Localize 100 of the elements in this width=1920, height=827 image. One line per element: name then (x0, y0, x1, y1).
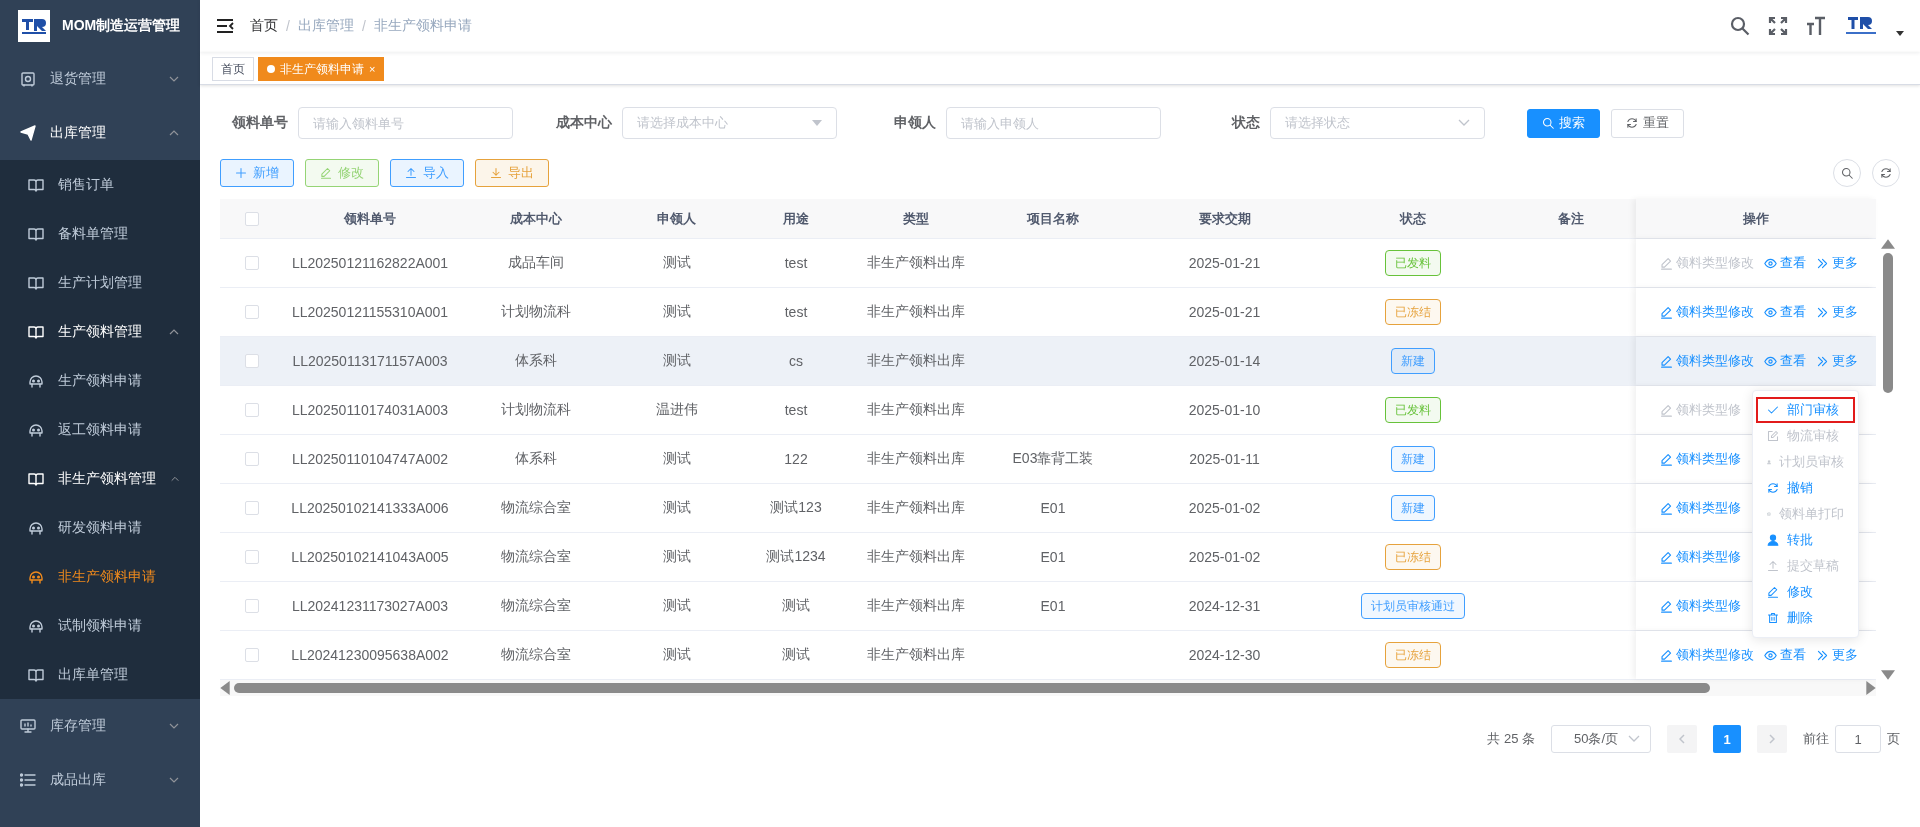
import-button[interactable]: 导入 (390, 159, 464, 187)
double-chevron-icon (1816, 305, 1829, 319)
sidebar-item[interactable]: 生产领料申请 (0, 356, 200, 405)
checkbox[interactable] (245, 599, 259, 613)
menu-item[interactable]: 修改 (1756, 579, 1855, 605)
checkbox[interactable] (245, 550, 259, 564)
checkbox[interactable] (245, 501, 259, 515)
menu-item[interactable]: 删除 (1756, 605, 1855, 631)
sidebar-item[interactable]: 生产计划管理 (0, 258, 200, 307)
select-field[interactable]: 请选择状态 (1270, 107, 1485, 139)
font-size-icon[interactable] (1806, 16, 1826, 36)
paper-plane-icon (20, 125, 36, 141)
sidebar-item[interactable]: 返工领料申请 (0, 405, 200, 454)
search-icon[interactable] (1730, 16, 1750, 36)
caret-icon (812, 120, 822, 126)
table-cell-text: 2024-12-31 (1187, 597, 1262, 616)
chevron-down-icon (1628, 735, 1640, 743)
view-link[interactable]: 查看 (1764, 303, 1806, 321)
status-tag: 已发料 (1384, 397, 1441, 423)
more-link[interactable]: 更多 (1816, 646, 1858, 664)
scroll-down-icon[interactable] (1881, 670, 1895, 680)
view-link[interactable]: 查看 (1764, 352, 1806, 370)
sidebar-item[interactable]: 试制领料申请 (0, 601, 200, 650)
pen-icon (1660, 354, 1673, 368)
pen-icon (1660, 403, 1673, 417)
scroll-left-icon[interactable] (220, 681, 230, 695)
sidebar-item[interactable]: 库存管理 (0, 699, 200, 753)
horizontal-scrollbar[interactable] (220, 680, 1876, 696)
table-cell-text: 测试 (661, 253, 692, 272)
caret-icon[interactable] (1896, 31, 1904, 37)
checkbox[interactable] (245, 354, 259, 368)
table-cell-text: 成品车间 (506, 253, 565, 272)
checkbox[interactable] (245, 403, 259, 417)
tab[interactable]: 非生产领料申请 × (258, 57, 385, 81)
select-field[interactable]: 请选择成本中心 (622, 107, 837, 139)
menu-item[interactable]: 部门审核 (1756, 397, 1855, 423)
search-button[interactable] (1833, 159, 1861, 187)
sidebar-item[interactable]: 生产领料管理 (0, 307, 200, 356)
page-number[interactable]: 1 (1713, 725, 1741, 753)
table-cell-text: 2025-01-02 (1187, 548, 1262, 567)
checkbox[interactable] (245, 211, 259, 226)
checkbox[interactable] (245, 648, 259, 662)
scroll-up-icon[interactable] (1881, 239, 1895, 249)
export-button[interactable]: 导出 (475, 159, 549, 187)
edit-link[interactable]: 领料类型修改 (1660, 646, 1754, 664)
view-link[interactable]: 查看 (1764, 646, 1806, 664)
sidebar-item[interactable]: 成品出库 (0, 753, 200, 807)
book-icon (28, 274, 44, 291)
scrollbar-thumb[interactable] (234, 683, 1710, 693)
field-label: 领料单号 (231, 114, 288, 132)
edit-link[interactable]: 领料类型修 (1660, 450, 1741, 468)
menu-icon[interactable] (216, 17, 234, 35)
edit-link[interactable]: 领料类型修改 (1660, 303, 1754, 321)
sidebar-item[interactable]: 研发领料申请 (0, 503, 200, 552)
page-input[interactable]: 1 (1835, 725, 1881, 753)
refresh-button[interactable] (1872, 159, 1900, 187)
view-link[interactable]: 查看 (1764, 254, 1806, 272)
page-size-select[interactable]: 50条/页 (1551, 725, 1651, 753)
avatar-icon[interactable] (1844, 15, 1878, 37)
scrollbar-thumb[interactable] (1883, 253, 1893, 393)
more-link[interactable]: 更多 (1816, 254, 1858, 272)
field-label: 状态 (1230, 114, 1260, 132)
sidebar-item[interactable]: 非生产领料申请 (0, 552, 200, 601)
sidebar-item[interactable]: 出库管理 (0, 106, 200, 160)
sidebar-item[interactable]: 销售订单 (0, 160, 200, 209)
pen-icon (1660, 648, 1673, 662)
edit-link[interactable]: 领料类型修 (1660, 597, 1741, 615)
sidebar-item[interactable]: 出库单管理 (0, 650, 200, 699)
close-icon[interactable]: × (369, 63, 376, 75)
edit-link[interactable]: 领料类型修 (1660, 499, 1741, 517)
sidebar-item[interactable]: 退货管理 (0, 52, 200, 106)
more-link[interactable]: 更多 (1816, 352, 1858, 370)
monitor-icon (20, 718, 36, 734)
table-cell-text: 测试1234 (765, 547, 827, 566)
edit-link[interactable]: 领料类型修改 (1660, 352, 1754, 370)
edit-link[interactable]: 领料类型修 (1660, 548, 1741, 566)
list-icon (20, 772, 36, 788)
menu-item[interactable]: 转批 (1756, 527, 1855, 553)
menu-item[interactable]: 撤销 (1756, 475, 1855, 501)
reset-button[interactable]: 重置 (1611, 108, 1684, 138)
search-button[interactable]: 搜索 (1527, 108, 1600, 138)
check-icon (1767, 404, 1779, 416)
fullscreen-icon[interactable] (1768, 16, 1788, 36)
table-cell-text: 非生产领料出库 (865, 596, 966, 615)
table-cell-text: 测试123 (769, 498, 823, 517)
breadcrumb-item[interactable]: 首页 (250, 17, 278, 35)
table-cell-text: LL20250110174031A003 (290, 401, 450, 420)
more-link[interactable]: 更多 (1816, 303, 1858, 321)
checkbox[interactable] (245, 305, 259, 319)
sidebar-item[interactable]: 备料单管理 (0, 209, 200, 258)
sidebar-item[interactable]: 非生产领料管理 (0, 454, 200, 503)
add-button[interactable]: 新增 (220, 159, 294, 187)
chevron-down-icon (1458, 119, 1470, 127)
input-field[interactable]: 请输入领料单号 (298, 107, 513, 139)
checkbox[interactable] (245, 452, 259, 466)
input-field[interactable]: 请输入申领人 (946, 107, 1161, 139)
tab[interactable]: 首页 (212, 57, 254, 81)
search-icon (1542, 117, 1554, 129)
scroll-right-icon[interactable] (1866, 681, 1876, 695)
checkbox[interactable] (245, 256, 259, 270)
